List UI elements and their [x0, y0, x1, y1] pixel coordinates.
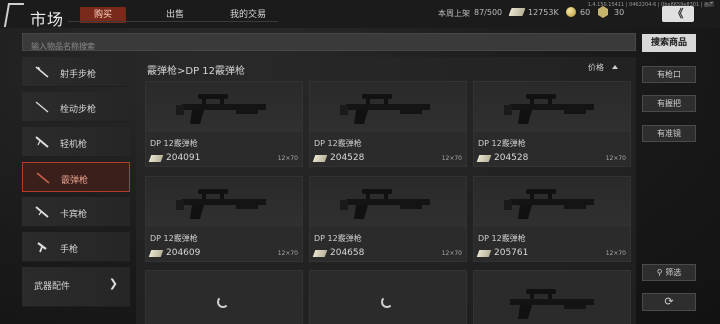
- item-ammo: 12×70: [441, 155, 462, 162]
- item-price: 204528: [494, 153, 529, 163]
- item-ammo: 12×70: [441, 250, 462, 257]
- sidebar-item-bolt-rifle[interactable]: 栓动步枪: [22, 92, 130, 122]
- coin-value: 60: [580, 8, 591, 17]
- market-screen: 市场 购买 出售 我的交易 本周上架 87/500 12753K 60 30 1…: [0, 0, 720, 324]
- loading-card: [309, 270, 467, 324]
- tab-divider: [68, 21, 278, 22]
- sidebar-item-lmg[interactable]: 轻机枪: [22, 127, 130, 157]
- item-card[interactable]: DP 12霰弹枪 204528 12×70: [473, 81, 631, 167]
- listing-label: 本周上架: [438, 9, 470, 18]
- sidebar-item-label: 卡宾枪: [60, 210, 88, 220]
- version-text: 1.4.150.15411 | 0462204-6 | 0ba8659e8301…: [587, 2, 714, 8]
- sidebar-item-shotgun[interactable]: 霰弹枪: [22, 162, 130, 192]
- sidebar-item-accessories[interactable]: 武器配件 ❯: [22, 267, 130, 307]
- item-name: DP 12霰弹枪: [150, 139, 198, 148]
- rifle-icon: [35, 66, 49, 78]
- page-title: 市场: [30, 10, 65, 29]
- breadcrumb: 霰弹枪>DP 12霰弹枪: [147, 66, 246, 77]
- refresh-button[interactable]: ⟳: [642, 293, 696, 311]
- filter-scope-button[interactable]: 有准镜: [642, 125, 696, 142]
- item-ammo: 12×70: [277, 250, 298, 257]
- lmg-icon: [35, 136, 49, 148]
- item-ammo: 12×70: [277, 155, 298, 162]
- sidebar-item-pistol[interactable]: 手枪: [22, 232, 130, 262]
- item-image: [310, 82, 466, 132]
- item-price: 205761: [494, 248, 529, 258]
- badge-value: 30: [614, 8, 625, 17]
- item-name: DP 12霰弹枪: [478, 234, 526, 243]
- item-name: DP 12霰弹枪: [478, 139, 526, 148]
- sidebar-item-label: 武器配件: [34, 282, 71, 292]
- filter-muzzle-button[interactable]: 有枪口: [642, 66, 696, 83]
- sidebar-item-label: 射手步枪: [60, 70, 97, 80]
- item-name: DP 12霰弹枪: [150, 234, 198, 243]
- item-name: DP 12霰弹枪: [314, 139, 362, 148]
- coin-icon: [566, 7, 576, 17]
- shotgun-icon: [504, 189, 594, 219]
- item-card[interactable]: DP 12霰弹枪 205761 12×70: [473, 176, 631, 262]
- loading-spinner-icon: [381, 296, 393, 308]
- item-card[interactable]: DP 12霰弹枪 204658 12×70: [309, 176, 467, 262]
- filter-grip-button[interactable]: 有握把: [642, 95, 696, 112]
- shotgun-icon: [176, 189, 266, 219]
- pistol-icon: [37, 242, 47, 253]
- shotgun-icon: [36, 172, 50, 184]
- shotgun-icon: [176, 94, 266, 124]
- collapse-button[interactable]: 《: [662, 6, 694, 22]
- item-price: 204658: [330, 248, 365, 258]
- chevron-right-icon: ❯: [108, 277, 118, 290]
- sort-label[interactable]: 价格: [588, 62, 604, 73]
- carbine-icon: [35, 206, 49, 218]
- sidebar-item-label: 栓动步枪: [60, 105, 97, 115]
- item-price: 204528: [330, 153, 365, 163]
- bolt-rifle-icon: [35, 101, 49, 113]
- money-value: 12753K: [528, 8, 559, 17]
- loading-spinner-icon: [217, 296, 229, 308]
- item-ammo: 12×70: [605, 250, 626, 257]
- money-icon: [148, 250, 164, 257]
- search-input[interactable]: [23, 38, 635, 55]
- money-icon: [476, 155, 492, 162]
- sidebar-item-label: 霰弹枪: [61, 176, 89, 186]
- search-button[interactable]: 搜索商品: [642, 34, 696, 52]
- listing-count: 87/500: [474, 8, 503, 17]
- money-icon: [312, 155, 328, 162]
- money-icon: [508, 8, 526, 16]
- item-image: [474, 82, 630, 132]
- search-bar: [22, 33, 636, 55]
- item-ammo: 12×70: [605, 155, 626, 162]
- search-icon: ⚲: [656, 268, 663, 277]
- sort-asc-icon[interactable]: [612, 65, 618, 69]
- item-card[interactable]: DP 12霰弹枪 204528 12×70: [309, 81, 467, 167]
- sidebar-item-label: 轻机枪: [60, 140, 88, 150]
- money-icon: [476, 250, 492, 257]
- item-image: [146, 82, 302, 132]
- shotgun-icon: [340, 94, 430, 124]
- item-name: DP 12霰弹枪: [314, 234, 362, 243]
- item-image: [310, 177, 466, 227]
- shotgun-icon: [504, 94, 594, 124]
- sidebar-item-label: 手枪: [60, 245, 79, 255]
- filter-label: 筛选: [665, 268, 682, 277]
- category-sidebar: 射手步枪 栓动步枪 轻机枪 霰弹枪 卡宾枪 手枪 武器配件 ❯: [22, 57, 130, 324]
- money-icon: [148, 155, 164, 162]
- item-card[interactable]: [473, 270, 631, 324]
- sidebar-item-carbine[interactable]: 卡宾枪: [22, 197, 130, 227]
- sidebar-item-marksman-rifle[interactable]: 射手步枪: [22, 57, 130, 87]
- shotgun-icon: [510, 289, 594, 319]
- item-card[interactable]: DP 12霰弹枪 204609 12×70: [145, 176, 303, 262]
- item-image: [146, 177, 302, 227]
- item-card[interactable]: DP 12霰弹枪 204091 12×70: [145, 81, 303, 167]
- item-image: [474, 177, 630, 227]
- item-price: 204609: [166, 248, 201, 258]
- filter-button[interactable]: ⚲ 筛选: [642, 264, 696, 281]
- money-icon: [312, 250, 328, 257]
- loading-card: [145, 270, 303, 324]
- item-price: 204091: [166, 153, 201, 163]
- shotgun-icon: [340, 189, 430, 219]
